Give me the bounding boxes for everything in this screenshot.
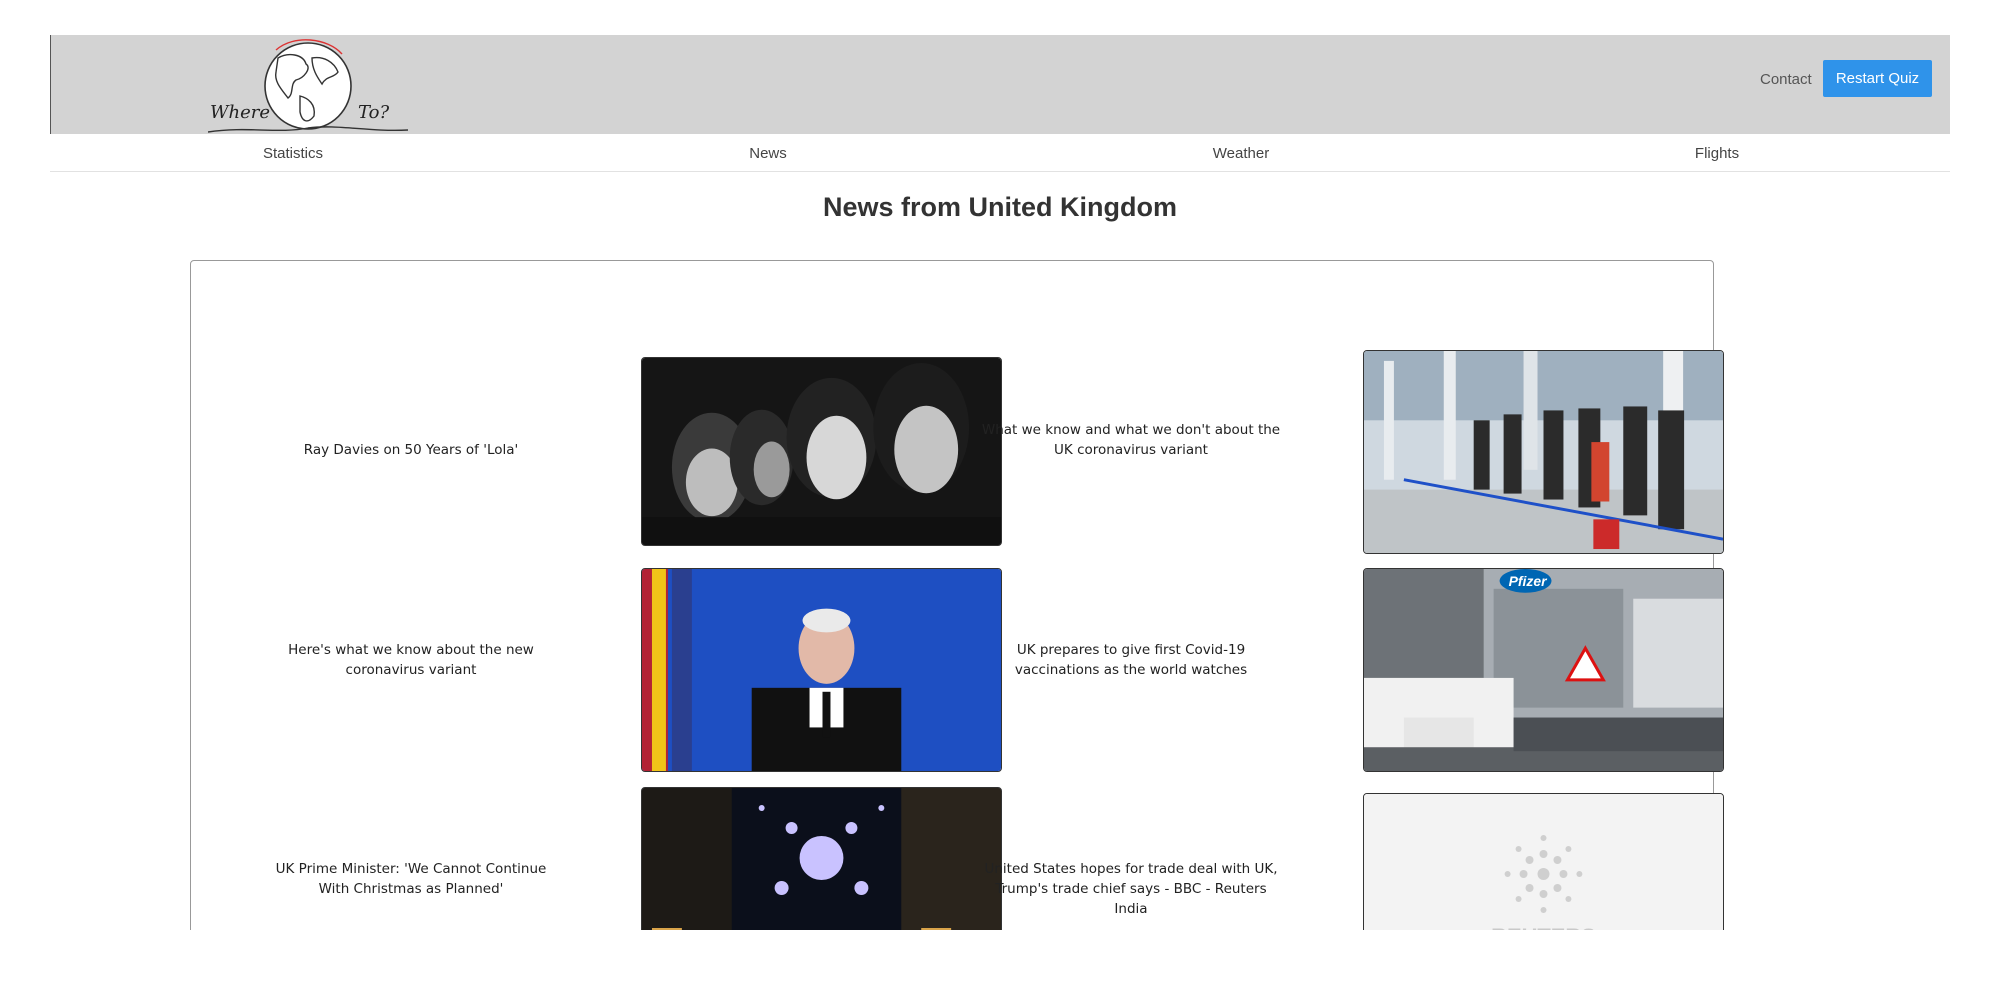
restart-quiz-button[interactable]: Restart Quiz	[1823, 60, 1932, 97]
page-title: News from United Kingdom	[822, 192, 1177, 222]
main-nav: Statistics News Weather Flights	[50, 134, 1950, 172]
logo-text-right: To?	[358, 102, 389, 123]
where-to-logo[interactable]: Where To?	[207, 38, 409, 134]
news-headline[interactable]: Ray Davies on 50 Years of 'Lola'	[261, 440, 561, 460]
official-speaking-photo[interactable]	[641, 568, 1002, 772]
logo-text-left: Where	[210, 102, 270, 123]
news-card: Ray Davies on 50 Years of 'Lola' What we…	[190, 260, 1724, 989]
news-headline[interactable]: UK Prime Minister: 'We Cannot Continue W…	[261, 859, 561, 899]
band-photo[interactable]	[641, 357, 1002, 546]
nav-item-news[interactable]: News	[749, 145, 787, 162]
nav-item-statistics[interactable]: Statistics	[263, 145, 323, 162]
station-queue-photo[interactable]	[1363, 350, 1724, 554]
news-headline[interactable]: Here's what we know about the new corona…	[261, 640, 561, 680]
news-headline[interactable]: UK prepares to give first Covid-19 vacci…	[981, 640, 1281, 680]
pfizer-wordmark: Pfizer	[1509, 573, 1549, 589]
header: Where To? Contact Restart Quiz	[50, 35, 1950, 134]
news-headline[interactable]: United States hopes for trade deal with …	[981, 859, 1281, 919]
contact-link[interactable]: Contact	[1760, 71, 1812, 88]
nav-item-weather[interactable]: Weather	[1213, 145, 1269, 162]
nav-item-flights[interactable]: Flights	[1695, 145, 1739, 162]
news-headline[interactable]: What we know and what we don't about the…	[981, 420, 1281, 460]
pfizer-truck-photo[interactable]: Pfizer	[1363, 568, 1724, 772]
page-bottom	[0, 930, 2000, 1000]
